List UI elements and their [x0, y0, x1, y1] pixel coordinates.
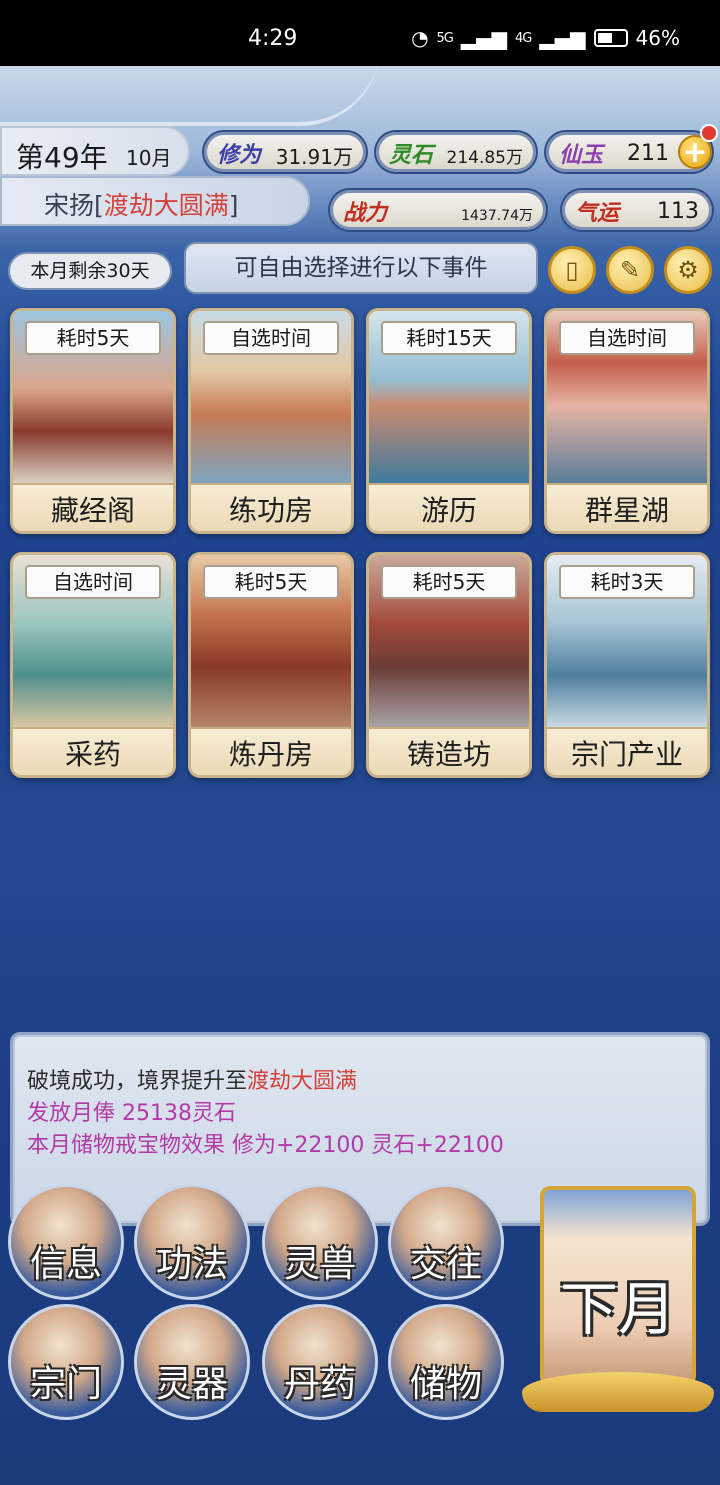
menu-lingshou-button[interactable]: 灵兽 [262, 1184, 378, 1300]
signal-5g-icon: 5G [436, 30, 454, 46]
xiuwei-label: 修为 [217, 143, 262, 168]
event-name: 铸造坊 [369, 727, 529, 775]
month-label: 10月 [126, 146, 172, 170]
qiyun-label: 气运 [575, 201, 620, 226]
menu-label: 灵器 [155, 1364, 228, 1405]
qiyun-resource: 气运 113 [562, 190, 712, 230]
event-name: 炼丹房 [191, 727, 351, 775]
menu-jiaowang-button[interactable]: 交往 [388, 1184, 504, 1300]
status-indicators: ◔ 5G ▂▄▆ 4G ▂▄▆ 46% [411, 26, 680, 50]
menu-chuwu-button[interactable]: 储物 [388, 1304, 504, 1420]
event-tip: 可自由选择进行以下事件 [184, 242, 538, 294]
event-card-zhuzaofang[interactable]: 耗时5天 铸造坊 [366, 552, 532, 778]
status-bar: 4:29 ◔ 5G ▂▄▆ 4G ▂▄▆ 46% [0, 0, 720, 66]
zhanli-label: 战力 [343, 201, 388, 226]
lingshi-value: 214.85万 [446, 148, 523, 168]
event-card-zongmenchanye[interactable]: 耗时3天 宗门产业 [544, 552, 710, 778]
event-card-liangongfang[interactable]: 自选时间 练功房 [188, 308, 354, 534]
event-time-tag: 自选时间 [25, 565, 161, 599]
message-line: 破境成功，境界提升至渡劫大圆满 [27, 1063, 357, 1095]
next-month-label: 下月 [559, 1275, 676, 1343]
next-month-button[interactable]: 下月 [522, 1176, 714, 1416]
cloud-decoration [0, 66, 380, 126]
event-time-tag: 耗时15天 [381, 321, 517, 355]
event-name: 游历 [369, 483, 529, 531]
menu-label: 交往 [409, 1244, 482, 1285]
event-name: 藏经阁 [13, 483, 173, 531]
cards-icon: ▯ [565, 256, 579, 284]
brush-button[interactable]: ✎ [606, 246, 654, 294]
signal-4g-icon: 4G [515, 30, 532, 46]
menu-label: 功法 [155, 1244, 228, 1285]
menu-danyao-button[interactable]: 丹药 [262, 1304, 378, 1420]
battery-percent: 46% [635, 26, 680, 50]
xianyu-label: 仙玉 [559, 143, 604, 168]
event-name: 练功房 [191, 483, 351, 531]
event-card-qunxinghu[interactable]: 自选时间 群星湖 [544, 308, 710, 534]
message-line: 本月储物戒宝物效果 修为+22100 灵石+22100 [27, 1133, 504, 1158]
status-time: 4:29 [248, 26, 298, 51]
menu-label: 丹药 [283, 1364, 356, 1405]
menu-gongfa-button[interactable]: 功法 [134, 1184, 250, 1300]
menu-label: 宗门 [29, 1364, 102, 1405]
zhanli-resource: 战力 1437.74万 [330, 190, 546, 230]
year-label: 第49年 [16, 141, 108, 174]
menu-info-button[interactable]: 信息 [8, 1184, 124, 1300]
signal-bars-icon: ▂▄▆ [460, 26, 508, 50]
lingshi-label: 灵石 [389, 143, 434, 168]
event-time-tag: 耗时3天 [559, 565, 695, 599]
player-realm: 渡劫大圆满 [103, 191, 229, 220]
event-card-liandanfang[interactable]: 耗时5天 炼丹房 [188, 552, 354, 778]
event-time-tag: 自选时间 [203, 321, 339, 355]
xiuwei-value: 31.91万 [275, 145, 353, 169]
xianyu-value: 211 [627, 141, 669, 166]
menu-label: 储物 [409, 1364, 482, 1405]
event-card-cangjingge[interactable]: 耗时5天 藏经阁 [10, 308, 176, 534]
settings-button[interactable]: ⚙ [664, 246, 712, 294]
cards-button[interactable]: ▯ [548, 246, 596, 294]
message-realm: 渡劫大圆满 [247, 1069, 358, 1094]
menu-label: 信息 [29, 1244, 102, 1285]
menu-zongmen-button[interactable]: 宗门 [8, 1304, 124, 1420]
player-name: 宋扬 [44, 191, 95, 220]
event-name: 群星湖 [547, 483, 707, 531]
wifi-icon: ◔ [411, 26, 429, 50]
qiyun-value: 113 [657, 199, 699, 224]
event-name: 宗门产业 [547, 727, 707, 775]
message-text: 破境成功，境界提升至 [27, 1069, 248, 1094]
menu-lingqi-button[interactable]: 灵器 [134, 1304, 250, 1420]
event-card-youli[interactable]: 耗时15天 游历 [366, 308, 532, 534]
notification-dot [700, 124, 718, 142]
menu-label: 灵兽 [283, 1244, 356, 1285]
xiuwei-resource: 修为 31.91万 [204, 132, 366, 172]
event-time-tag: 自选时间 [559, 321, 695, 355]
zhanli-value: 1437.74万 [461, 208, 533, 224]
brush-icon: ✎ [619, 256, 641, 284]
event-card-caiyao[interactable]: 自选时间 采药 [10, 552, 176, 778]
signal-bars-icon-2: ▂▄▆ [539, 26, 586, 50]
event-time-tag: 耗时5天 [381, 565, 517, 599]
date-panel: 第49年 10月 [0, 126, 190, 176]
gold-base-decoration [522, 1372, 714, 1412]
event-time-tag: 耗时5天 [203, 565, 339, 599]
message-line: 发放月俸 25138灵石 [27, 1101, 236, 1126]
days-remaining: 本月剩余30天 [8, 252, 172, 290]
event-name: 采药 [13, 727, 173, 775]
lingshi-resource: 灵石 214.85万 [376, 132, 536, 172]
battery-icon [593, 29, 628, 47]
player-name-panel: 宋扬[渡劫大圆满] [0, 176, 310, 226]
event-time-tag: 耗时5天 [25, 321, 161, 355]
gear-icon: ⚙ [677, 256, 699, 284]
